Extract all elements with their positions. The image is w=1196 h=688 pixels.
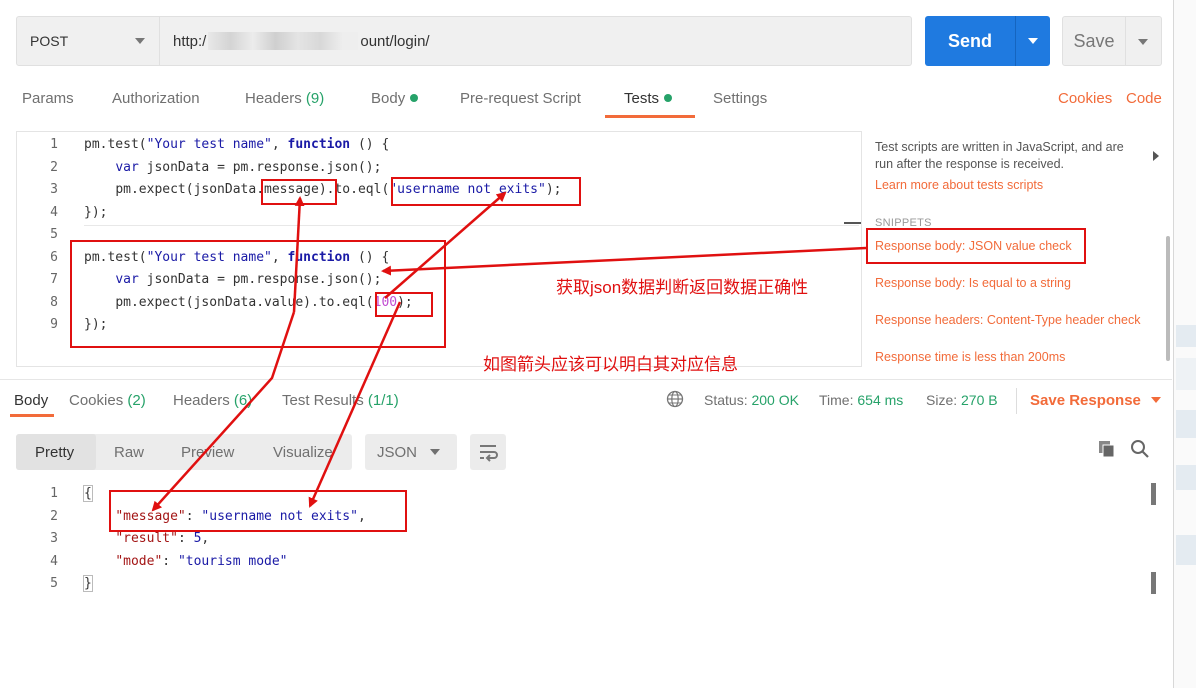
annotation-arrows [151, 191, 867, 512]
arrow-to-message-token [292, 196, 305, 313]
arrow-snippet-to-code [381, 246, 867, 276]
arrow-to-response-value [308, 301, 402, 508]
arrow-code-to-response-message [151, 311, 296, 512]
arrow-to-username-string [384, 191, 507, 299]
